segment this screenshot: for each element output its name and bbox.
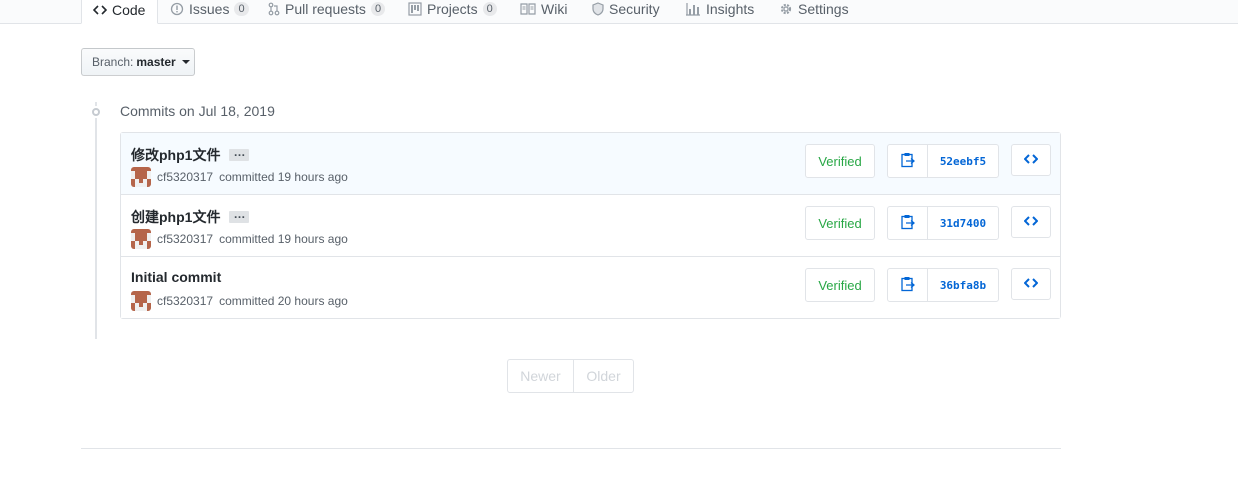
clipboard-icon [900,276,915,295]
commit-time: committed 19 hours ago [219,232,348,246]
commit-title: 创建php1文件 … [131,207,250,227]
browse-repo-button[interactable] [1011,268,1051,300]
shield-icon [592,2,604,16]
issues-counter: 0 [234,2,249,16]
timeline-line [95,102,97,339]
branch-select-button[interactable]: Branch: master [81,48,195,76]
commit-sha-link[interactable]: 52eebf5 [928,145,998,177]
clipboard-icon [900,214,915,233]
tab-label: Settings [798,1,849,17]
gear-icon [779,2,793,16]
tab-label: Code [112,1,146,18]
pagination: Newer Older [507,359,634,393]
book-icon [520,2,536,16]
issue-icon [170,2,184,16]
commit-meta: cf5320317 committed 19 hours ago [131,229,348,249]
copy-sha-button[interactable] [888,207,928,239]
avatar[interactable] [131,229,151,249]
tab-settings[interactable]: Settings [779,0,849,24]
copy-sha-button[interactable] [888,145,928,177]
tab-security[interactable]: Security [592,0,660,24]
commit-group-title: Commits on Jul 18, 2019 [120,103,275,119]
sha-button-group: 36bfa8b [887,268,999,302]
commit-meta: cf5320317 committed 19 hours ago [131,167,348,187]
tab-label: Wiki [541,1,568,17]
sha-button-group: 52eebf5 [887,144,999,178]
tab-wiki[interactable]: Wiki [520,0,567,24]
commit-row: Initial commit cf5320317 committed 20 ho… [121,257,1060,318]
tab-projects[interactable]: Projects 0 [408,0,497,24]
commit-row: 创建php1文件 … cf5320317 committed 19 hours … [121,195,1060,257]
tab-issues[interactable]: Issues 0 [170,0,249,24]
tab-label: Issues [189,1,230,17]
commit-row: 修改php1文件 … cf5320317 committed 19 hours … [121,133,1060,195]
tab-code[interactable]: Code [81,0,159,24]
commit-title: Initial commit [131,269,221,285]
footer-divider [81,448,1061,449]
verified-badge[interactable]: Verified [805,144,875,178]
commit-time: committed 20 hours ago [219,294,348,308]
sha-button-group: 31d7400 [887,206,999,240]
commit-time: committed 19 hours ago [219,170,348,184]
browse-repo-button[interactable] [1011,206,1051,238]
older-button[interactable]: Older [574,360,633,392]
commit-message-link[interactable]: 修改php1文件 [131,145,220,165]
branch-name: master [136,55,176,69]
commit-sha-link[interactable]: 31d7400 [928,207,998,239]
tab-pull-requests[interactable]: Pull requests 0 [268,0,386,24]
commit-author-link[interactable]: cf5320317 [157,232,213,246]
repo-nav-tabs: Code Issues 0 Pull requests 0 Projects 0… [0,0,1238,24]
code-icon [1023,152,1039,168]
projects-counter: 0 [482,2,497,16]
verified-badge[interactable]: Verified [805,268,875,302]
graph-icon [685,2,701,16]
commit-author-link[interactable]: cf5320317 [157,170,213,184]
copy-sha-button[interactable] [888,269,928,301]
code-icon [93,4,107,16]
tab-label: Projects [427,1,478,17]
expand-message-button[interactable]: … [229,208,250,223]
tab-label: Security [609,1,660,17]
avatar[interactable] [131,291,151,311]
caret-down-icon [181,60,190,64]
tab-label: Pull requests [285,1,366,17]
project-icon [408,2,422,16]
code-icon [1023,214,1039,230]
avatar[interactable] [131,167,151,187]
pull-request-icon [268,2,280,16]
expand-message-button[interactable]: … [229,146,250,161]
commit-message-link[interactable]: 创建php1文件 [131,207,220,227]
newer-button[interactable]: Newer [508,360,574,392]
tab-label: Insights [706,1,755,17]
commit-meta: cf5320317 committed 20 hours ago [131,291,348,311]
verified-badge[interactable]: Verified [805,206,875,240]
browse-repo-button[interactable] [1011,144,1051,176]
code-icon [1023,276,1039,292]
clipboard-icon [900,152,915,171]
commit-list: 修改php1文件 … cf5320317 committed 19 hours … [120,132,1061,319]
branch-label: Branch: [92,55,134,69]
tab-insights[interactable]: Insights [685,0,754,24]
commit-message-link[interactable]: Initial commit [131,269,221,285]
commit-sha-link[interactable]: 36bfa8b [928,269,998,301]
commit-title: 修改php1文件 … [131,145,250,165]
pull-requests-counter: 0 [370,2,386,16]
commit-author-link[interactable]: cf5320317 [157,294,213,308]
commit-group-icon [88,106,104,118]
